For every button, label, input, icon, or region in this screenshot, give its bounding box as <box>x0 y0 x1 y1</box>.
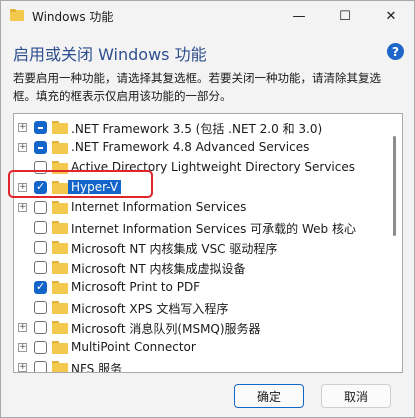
feature-checkbox[interactable] <box>34 280 47 294</box>
feature-label: Internet Information Services <box>71 200 247 214</box>
feature-label: MultiPoint Connector <box>71 340 196 354</box>
feature-label: NFS 服务 <box>71 362 123 373</box>
feature-row[interactable]: + .NET Framework 3.5 (包括 .NET 2.0 和 3.0) <box>14 118 384 138</box>
feature-checkbox[interactable] <box>34 121 47 134</box>
expand-icon[interactable]: + <box>18 363 27 372</box>
minimize-button[interactable]: — <box>276 1 322 31</box>
feature-row[interactable]: Microsoft NT 内核集成虚拟设备 <box>14 258 384 278</box>
feature-checkbox[interactable] <box>34 201 47 214</box>
expand-icon[interactable]: + <box>18 203 27 212</box>
feature-checkbox[interactable] <box>34 221 47 234</box>
folder-icon <box>52 141 68 154</box>
feature-checkbox[interactable] <box>34 241 47 254</box>
folder-icon <box>52 241 68 254</box>
feature-row[interactable]: + .NET Framework 4.8 Advanced Services <box>14 138 384 158</box>
folder-icon <box>52 261 68 274</box>
feature-label: Microsoft NT 内核集成虚拟设备 <box>71 262 246 276</box>
feature-row[interactable]: + NFS 服务 <box>14 358 384 373</box>
feature-row[interactable]: Microsoft Print to PDF <box>14 278 384 298</box>
dialog-heading: 启用或关闭 Windows 功能 <box>13 45 207 64</box>
folder-icon <box>52 281 68 294</box>
feature-checkbox[interactable] <box>34 141 47 154</box>
feature-row[interactable]: + Internet Information Services <box>14 198 384 218</box>
hyper-v-highlight-box <box>8 170 153 198</box>
feature-row[interactable]: Microsoft XPS 文档写入程序 <box>14 298 384 318</box>
feature-checkbox[interactable] <box>34 341 47 354</box>
close-button[interactable]: ✕ <box>368 1 414 31</box>
feature-checkbox[interactable] <box>34 301 47 314</box>
windows-features-app-icon <box>10 9 24 21</box>
feature-row[interactable]: Microsoft NT 内核集成 VSC 驱动程序 <box>14 238 384 258</box>
features-tree[interactable]: + .NET Framework 3.5 (包括 .NET 2.0 和 3.0) +… <box>13 113 403 373</box>
feature-checkbox[interactable] <box>34 361 47 372</box>
feature-row[interactable]: + Microsoft 消息队列(MSMQ)服务器 <box>14 318 384 338</box>
folder-icon <box>52 341 68 354</box>
feature-label: Internet Information Services 可承载的 Web 核… <box>71 222 356 236</box>
vertical-scrollbar-thumb[interactable] <box>393 136 396 236</box>
expand-icon[interactable]: + <box>18 123 27 132</box>
folder-icon <box>52 121 68 134</box>
feature-row[interactable]: + MultiPoint Connector <box>14 338 384 358</box>
feature-label: .NET Framework 3.5 (包括 .NET 2.0 和 3.0) <box>71 122 323 136</box>
description-line-1: 若要启用一种功能，请选择其复选框。若要关闭一种功能，请清除其复选 <box>13 71 381 85</box>
expand-icon[interactable]: + <box>18 343 27 352</box>
window-title: Windows 功能 <box>32 10 114 24</box>
folder-icon <box>52 301 68 314</box>
description-line-2: 框。填充的框表示仅启用该功能的一部分。 <box>13 89 232 103</box>
feature-label: Microsoft 消息队列(MSMQ)服务器 <box>71 322 261 336</box>
feature-checkbox[interactable] <box>34 321 47 334</box>
title-bar[interactable]: Windows 功能 — ☐ ✕ <box>1 1 414 31</box>
dialog-description: 若要启用一种功能，请选择其复选框。若要关闭一种功能，请清除其复选 框。填充的框表… <box>13 69 405 105</box>
feature-label: .NET Framework 4.8 Advanced Services <box>71 140 310 154</box>
help-icon[interactable]: ? <box>387 43 404 60</box>
folder-icon <box>52 201 68 214</box>
maximize-button[interactable]: ☐ <box>322 1 368 31</box>
expand-icon[interactable]: + <box>18 323 27 332</box>
folder-icon <box>52 321 68 334</box>
windows-features-dialog: Windows 功能 — ☐ ✕ 启用或关闭 Windows 功能 ? 若要启用… <box>0 0 415 418</box>
expand-icon[interactable]: + <box>18 143 27 152</box>
feature-checkbox[interactable] <box>34 261 47 274</box>
ok-button[interactable]: 确定 <box>234 384 304 408</box>
feature-label: Microsoft Print to PDF <box>71 280 201 294</box>
folder-icon <box>52 221 68 234</box>
cancel-button[interactable]: 取消 <box>321 384 391 408</box>
feature-row[interactable]: Internet Information Services 可承载的 Web 核… <box>14 218 384 238</box>
feature-label: Microsoft NT 内核集成 VSC 驱动程序 <box>71 242 278 256</box>
feature-label: Microsoft XPS 文档写入程序 <box>71 302 229 316</box>
folder-icon <box>52 361 68 372</box>
